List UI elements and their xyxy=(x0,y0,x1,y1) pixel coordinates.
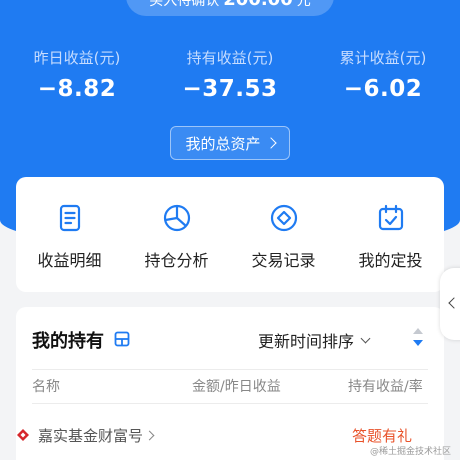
action-trade-record[interactable]: 交易记录 xyxy=(230,203,337,271)
grid-view-icon[interactable] xyxy=(114,331,130,347)
chevron-down-icon xyxy=(360,333,371,343)
action-my-investment-plan-label: 我的定投 xyxy=(358,251,423,270)
pending-amount: 200.00 xyxy=(223,0,292,10)
stat-cumulative-value: −6.02 xyxy=(343,76,423,102)
action-my-investment-plan[interactable]: 我的定投 xyxy=(337,203,444,271)
sort-dropdown[interactable]: 更新时间排序 xyxy=(258,328,371,352)
profit-stats: 昨日收益(元) −8.82 持有收益(元) −37.53 累计收益(元) −6.… xyxy=(0,48,460,108)
divider xyxy=(32,369,428,370)
action-trade-record-label: 交易记录 xyxy=(251,251,316,270)
side-drawer-tab[interactable] xyxy=(440,268,460,340)
action-position-analysis[interactable]: 持仓分析 xyxy=(123,203,230,271)
pending-prefix: 买入待确认 xyxy=(149,0,220,9)
stat-holding-label: 持有收益(元) xyxy=(186,49,274,67)
stat-holding[interactable]: 持有收益(元) −37.53 xyxy=(155,48,305,102)
column-amount: 金额/昨日收益 xyxy=(192,379,281,395)
fund-name-link[interactable]: 嘉实基金财富号 xyxy=(38,425,155,446)
stat-cumulative[interactable]: 累计收益(元) −6.02 xyxy=(308,48,458,102)
watermark: @稀土掘金技术社区 xyxy=(370,447,452,457)
calendar-check-icon xyxy=(378,204,403,231)
action-income-detail[interactable]: 收益明细 xyxy=(16,203,123,271)
column-name: 名称 xyxy=(32,379,60,395)
stat-holding-value: −37.53 xyxy=(182,76,278,102)
pending-confirm-pill[interactable]: 买入待确认 200.00 元 xyxy=(126,0,334,16)
total-assets-label: 我的总资产 xyxy=(185,134,261,153)
fund-name: 嘉实基金财富号 xyxy=(38,427,144,445)
action-position-analysis-label: 持仓分析 xyxy=(144,251,209,270)
quiz-reward-link[interactable]: 答题有礼 xyxy=(352,425,412,446)
column-holding-profit: 持有收益/率 xyxy=(348,379,423,395)
chevron-right-icon xyxy=(144,430,155,441)
pie-chart-icon xyxy=(163,204,190,232)
stat-yesterday-value: −8.82 xyxy=(37,76,117,102)
fund-logo-icon xyxy=(17,429,29,441)
chevron-right-icon xyxy=(264,137,277,149)
action-income-detail-label: 收益明细 xyxy=(37,251,102,270)
stat-yesterday-label: 昨日收益(元) xyxy=(33,49,121,67)
fund-row[interactable]: 嘉实基金财富号 答题有礼 xyxy=(16,425,412,445)
quick-actions-card: 收益明细 持仓分析 交易记录 我的定投 xyxy=(16,177,444,292)
chevron-left-icon xyxy=(448,297,460,309)
pending-unit: 元 xyxy=(296,0,311,9)
stat-yesterday[interactable]: 昨日收益(元) −8.82 xyxy=(2,48,152,102)
sort-label: 更新时间排序 xyxy=(258,332,355,351)
stat-cumulative-label: 累计收益(元) xyxy=(339,49,427,67)
divider xyxy=(32,403,428,404)
sort-order-icon[interactable] xyxy=(412,327,424,347)
document-icon xyxy=(59,204,80,232)
holdings-title: 我的持有 xyxy=(32,331,104,352)
exchange-record-icon xyxy=(270,204,297,232)
total-assets-button[interactable]: 我的总资产 xyxy=(170,126,290,160)
